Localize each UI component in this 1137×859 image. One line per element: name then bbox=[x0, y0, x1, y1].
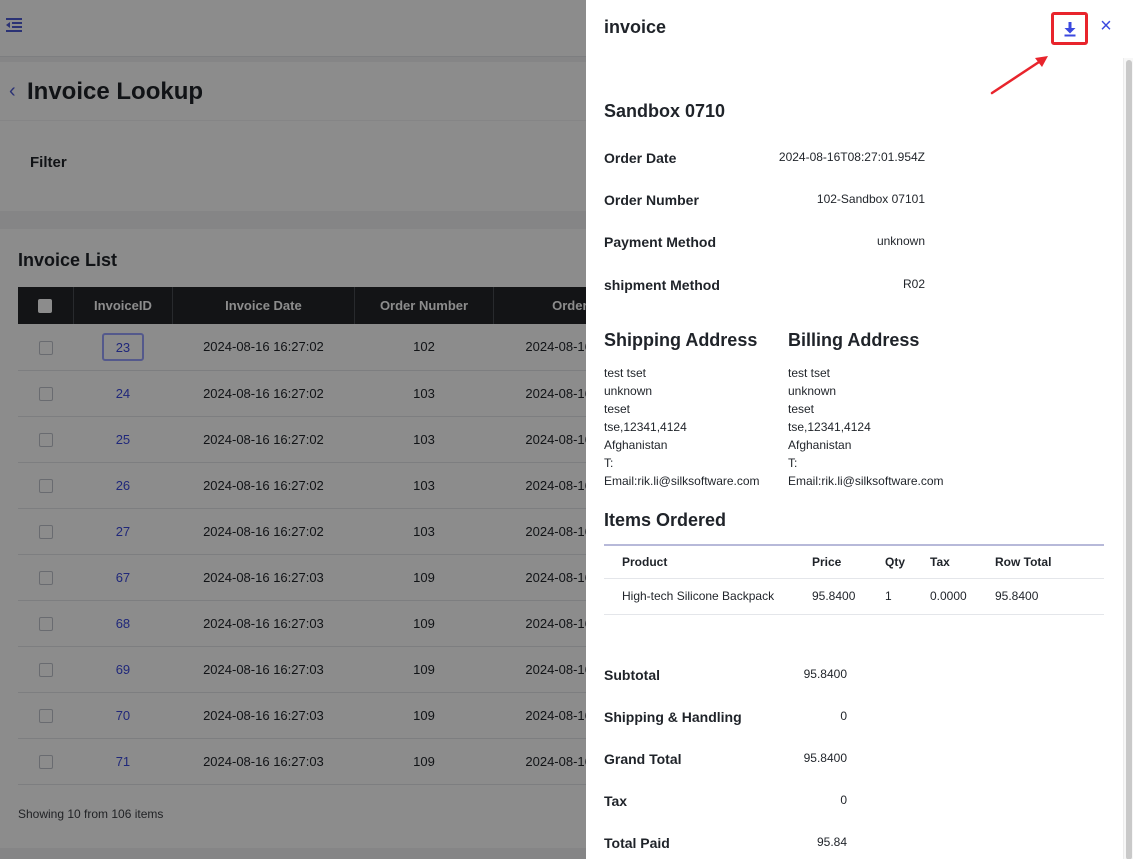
items-header-price: Price bbox=[812, 544, 885, 579]
item-tax: 0.0000 bbox=[930, 578, 995, 615]
address-line: test tset bbox=[788, 366, 831, 380]
total-paid-label: Total Paid bbox=[604, 835, 670, 851]
address-line: T: bbox=[788, 456, 798, 470]
address-line: tse,12341,4124 bbox=[604, 420, 687, 434]
shipping-handling-value: 0 bbox=[840, 709, 847, 723]
order-date-label: Order Date bbox=[604, 150, 677, 166]
item-row-total: 95.8400 bbox=[995, 578, 1104, 615]
item-product: High-tech Silicone Backpack bbox=[604, 578, 812, 615]
item-qty: 1 bbox=[885, 578, 930, 615]
shipment-method-label: shipment Method bbox=[604, 277, 720, 293]
items-header-product: Product bbox=[604, 544, 812, 579]
address-line: unknown bbox=[788, 384, 837, 398]
address-line: test tset bbox=[604, 366, 647, 380]
payment-method-label: Payment Method bbox=[604, 234, 717, 250]
drawer-title: invoice bbox=[604, 17, 667, 37]
close-button[interactable]: × bbox=[1098, 16, 1114, 36]
modal-overlay[interactable] bbox=[0, 0, 586, 859]
tax-value: 0 bbox=[840, 793, 847, 807]
items-header-row: Product Price Qty Tax Row Total bbox=[604, 544, 1104, 579]
address-line: unknown bbox=[604, 384, 653, 398]
download-icon bbox=[1064, 21, 1075, 36]
address-line: T: bbox=[604, 456, 614, 470]
billing-address-title: Billing Address bbox=[788, 330, 920, 350]
address-line: tse,12341,4124 bbox=[788, 420, 871, 434]
subtotal-value: 95.8400 bbox=[803, 667, 847, 681]
store-name: Sandbox 0710 bbox=[604, 101, 726, 121]
order-date-value: 2024-08-16T08:27:01.954Z bbox=[778, 150, 925, 164]
drawer-scrollbar[interactable] bbox=[1123, 58, 1133, 859]
shipment-method-value: R02 bbox=[902, 277, 925, 291]
item-price: 95.8400 bbox=[812, 578, 885, 615]
grand-total-label: Grand Total bbox=[604, 751, 682, 767]
shipping-address-title: Shipping Address bbox=[604, 330, 758, 350]
shipping-address: test tset unknown teset tse,12341,4124 A… bbox=[604, 364, 760, 490]
address-line: teset bbox=[788, 402, 815, 416]
items-ordered-title: Items Ordered bbox=[604, 510, 727, 530]
order-number-label: Order Number bbox=[604, 192, 699, 208]
items-header-qty: Qty bbox=[885, 544, 930, 579]
items-table: Product Price Qty Tax Row Total High-tec… bbox=[604, 544, 1104, 615]
item-row: High-tech Silicone Backpack 95.8400 1 0.… bbox=[604, 578, 1104, 615]
grand-total-value: 95.8400 bbox=[803, 751, 847, 765]
annotation-arrow-icon bbox=[990, 56, 1048, 95]
items-header-row-total: Row Total bbox=[995, 544, 1104, 579]
order-number-value: 102-Sandbox 07101 bbox=[816, 192, 925, 206]
scrollbar-thumb[interactable] bbox=[1126, 60, 1132, 859]
payment-method-value: unknown bbox=[876, 234, 925, 248]
total-paid-value: 95.84 bbox=[816, 835, 847, 849]
items-header-tax: Tax bbox=[930, 544, 995, 579]
address-line: Email:rik.li@silksoftware.com bbox=[604, 474, 760, 488]
tax-label: Tax bbox=[604, 793, 628, 809]
shipping-handling-label: Shipping & Handling bbox=[604, 709, 742, 725]
download-button[interactable] bbox=[1051, 12, 1088, 45]
invoice-drawer: invoice × Sandbox 0710 Order Date 2024-0… bbox=[586, 0, 1137, 859]
subtotal-label: Subtotal bbox=[604, 667, 660, 683]
address-line: Afghanistan bbox=[788, 438, 852, 452]
address-line: Email:rik.li@silksoftware.com bbox=[788, 474, 944, 488]
address-line: teset bbox=[604, 402, 631, 416]
address-line: Afghanistan bbox=[604, 438, 668, 452]
billing-address: test tset unknown teset tse,12341,4124 A… bbox=[788, 364, 944, 490]
